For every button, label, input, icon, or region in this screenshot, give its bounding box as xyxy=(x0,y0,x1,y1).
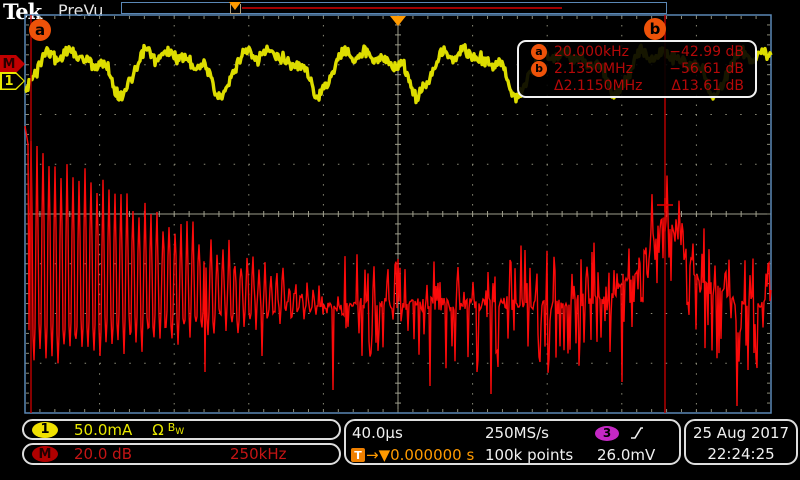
trigger-position-icon[interactable] xyxy=(390,16,406,26)
cursor-b-marker-icon: b xyxy=(524,61,554,77)
cursor-b-label[interactable]: b xyxy=(644,18,666,40)
cursor-a-readout-row: a 20.000kHz −42.99 dB xyxy=(524,43,744,60)
cursor-delta-readout-row: Δ2.1150MHz Δ13.61 dB xyxy=(524,78,744,95)
cursor-a-level: −42.99 dB xyxy=(664,44,744,60)
ch1-bandwidth-icon: BW xyxy=(168,421,184,437)
cursor-a-badge: a xyxy=(531,44,547,60)
cursor-a-frequency: 20.000kHz xyxy=(554,44,664,60)
cursor-readout-box: a 20.000kHz −42.99 dB b 2.1350MHz −56.61… xyxy=(517,40,757,98)
math-vertical-scale: 20.0 dB xyxy=(74,445,132,463)
date-label: 25 Aug 2017 xyxy=(686,423,796,444)
arrow-icon: → xyxy=(366,446,379,464)
cursor-delta-frequency: Δ2.1150MHz xyxy=(554,78,664,94)
trigger-position-readout: T → ▼ 0.000000 s xyxy=(351,446,474,464)
math-status-bar[interactable]: M 20.0 dB 250kHz xyxy=(22,443,341,465)
math-marker-label: M xyxy=(0,55,18,73)
ch1-position-marker[interactable]: 1 xyxy=(0,72,25,90)
math-horizontal-scale: 250kHz xyxy=(230,445,286,463)
ch1-coupling-icon: Ω xyxy=(152,421,163,439)
horizontal-trigger-bar[interactable]: 40.0µs 250MS/s 3 T → ▼ 0.000000 s 100k p… xyxy=(344,419,681,465)
trigger-t-icon: T xyxy=(351,448,365,462)
datetime-bar: 25 Aug 2017 22:24:25 xyxy=(684,419,798,465)
ch1-badge: 1 xyxy=(32,422,58,438)
cursor-a-marker-icon: a xyxy=(524,44,554,60)
cursor-b-level: −56.61 dB xyxy=(664,61,744,77)
math-position-marker[interactable]: M xyxy=(0,55,25,73)
math-badge: M xyxy=(32,446,58,462)
cursor-b-badge: b xyxy=(531,61,547,77)
trigger-source-badge: 3 xyxy=(595,426,619,441)
ch1-status-bar[interactable]: 1 50.0mA Ω BW xyxy=(22,419,341,440)
rising-slope-icon xyxy=(629,425,645,441)
time-label: 22:24:25 xyxy=(686,444,796,464)
cursor-b-frequency: 2.1350MHz xyxy=(554,61,664,77)
trigger-pointer-icon: ▼ xyxy=(379,446,391,464)
record-length: 100k points xyxy=(485,446,573,464)
oscilloscope-screen: Tek PreVu a b a 20.000kHz −42.99 dB b 2.… xyxy=(0,0,800,480)
cursor-b-readout-row: b 2.1350MHz −56.61 dB xyxy=(524,60,744,77)
sample-rate: 250MS/s xyxy=(485,424,549,442)
timebase-scale: 40.0µs xyxy=(352,424,403,442)
ch1-marker-label: 1 xyxy=(0,72,18,90)
cursor-a-label[interactable]: a xyxy=(29,19,51,41)
trigger-level: 26.0mV xyxy=(597,446,655,464)
trigger-delay-value: 0.000000 s xyxy=(390,446,474,464)
cursor-delta-level: Δ13.61 dB xyxy=(664,78,744,94)
ch1-scale: 50.0mA xyxy=(74,421,132,439)
